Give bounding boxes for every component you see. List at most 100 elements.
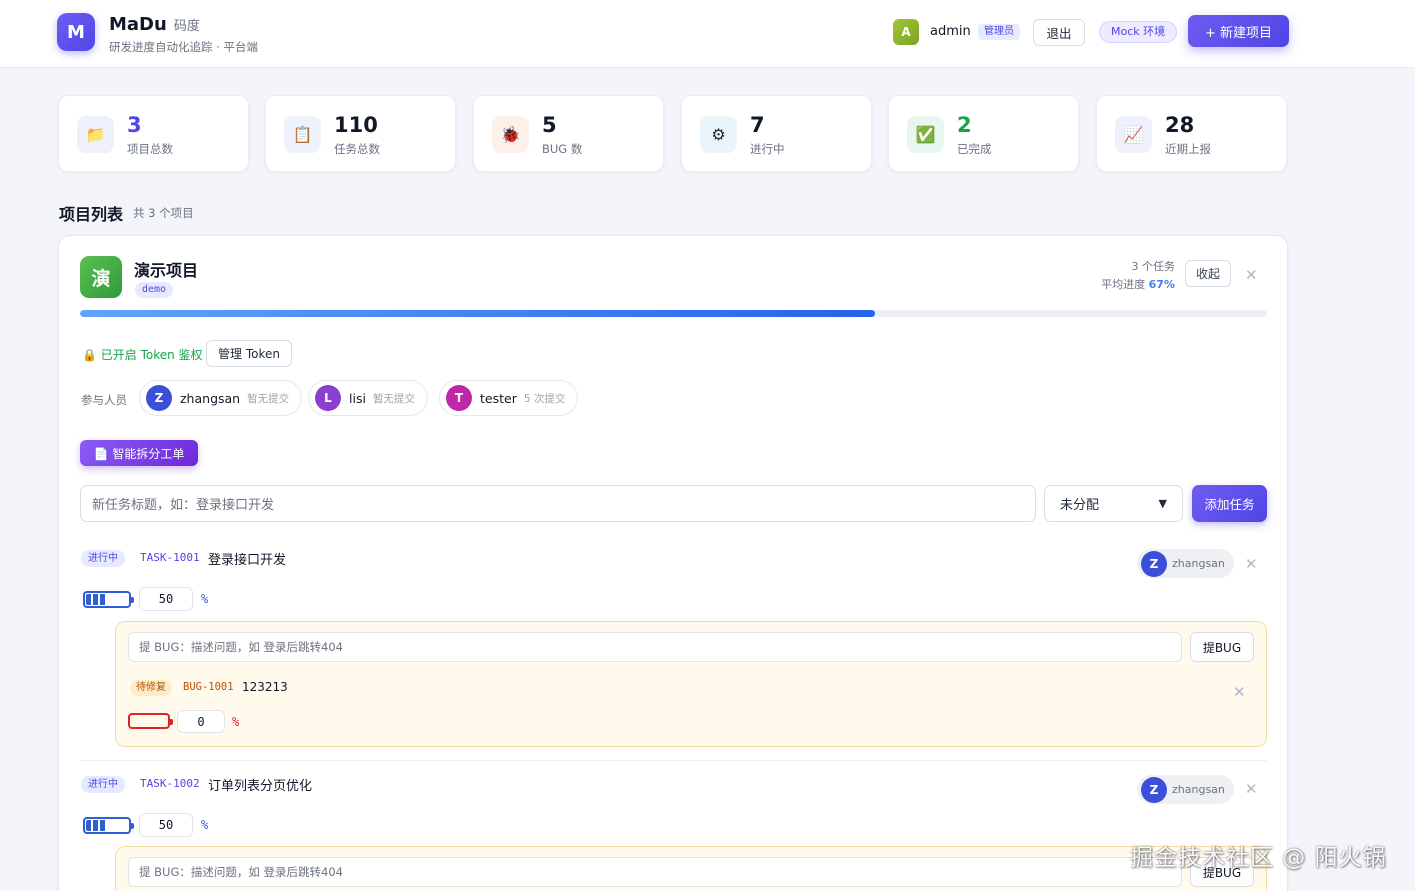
stat-label: 进行中: [750, 142, 785, 156]
project-progress-bar: [80, 310, 1267, 317]
assignee-name: zhangsan: [1172, 557, 1225, 570]
delete-task-icon[interactable]: ✕: [1245, 555, 1258, 573]
task-assignee-chip[interactable]: Z zhangsan: [1137, 549, 1234, 578]
member-chip-lisi[interactable]: L lisi 暂无提交: [308, 380, 428, 416]
bug-input[interactable]: 提 BUG：描述问题，如 登录后跳转404: [128, 857, 1182, 887]
section-title: 项目列表: [59, 205, 124, 224]
stat-value: 28: [1165, 113, 1195, 137]
manage-token-button[interactable]: 管理 Token: [206, 340, 292, 367]
brand-tagline: 研发进度自动化追踪 · 平台端: [109, 40, 258, 54]
member-name: zhangsan: [180, 390, 241, 406]
member-name: lisi: [349, 390, 366, 406]
avg-label: 平均进度: [1101, 278, 1146, 291]
delete-bug-icon[interactable]: ✕: [1233, 683, 1246, 701]
divider: [80, 760, 1267, 761]
avatar: Z: [146, 385, 172, 411]
member-commits: 5 次提交: [523, 392, 566, 405]
task-id: TASK-1001: [140, 551, 200, 564]
logout-button[interactable]: 退出: [1033, 19, 1085, 46]
task-status-badge: 进行中: [81, 776, 125, 793]
battery-progress-icon: [128, 713, 173, 729]
member-chip-zhangsan[interactable]: Z zhangsan 暂无提交: [139, 380, 303, 416]
check-icon: ✅: [907, 116, 944, 153]
battery-fill: [86, 820, 106, 831]
task-assignee-chip[interactable]: Z zhangsan: [1137, 775, 1234, 804]
stat-card-reports: 📈 28 近期上报: [1096, 95, 1287, 172]
stat-value: 110: [334, 113, 378, 137]
project-task-count: 3 个任务: [1131, 260, 1176, 273]
stat-label: 项目总数: [127, 142, 173, 156]
stat-label: 已完成: [957, 142, 992, 156]
project-progress-fill: [80, 310, 876, 317]
assignee-select-value: 未分配: [1060, 498, 1100, 513]
avatar: Z: [1141, 776, 1167, 803]
assignee-select[interactable]: 未分配 ▼: [1044, 485, 1183, 522]
project-key-badge: demo: [135, 282, 174, 298]
watermark: 掘金技术社区 @ 阳火锅: [1130, 845, 1387, 871]
battery-progress-icon: [83, 817, 134, 834]
avatar: T: [446, 385, 472, 411]
env-badge: Mock 环境: [1099, 21, 1178, 43]
percent-sign: %: [201, 592, 209, 606]
smart-split-button[interactable]: 📄 智能拆分工单: [80, 440, 198, 466]
new-task-input[interactable]: 新任务标题，如：登录接口开发: [80, 485, 1036, 522]
task-title: 订单列表分页优化: [208, 779, 313, 794]
member-name: tester: [480, 390, 517, 406]
percent-sign: %: [232, 715, 240, 729]
bug-panel: 提 BUG：描述问题，如 登录后跳转404 提BUG: [115, 846, 1267, 891]
project-avg-progress: 平均进度 67%: [1101, 276, 1175, 292]
progress-input[interactable]: 50: [139, 813, 193, 837]
role-badge: 管理员: [978, 24, 1020, 40]
progress-input[interactable]: 50: [139, 587, 193, 611]
collapse-button[interactable]: 收起: [1185, 260, 1231, 287]
stat-card-done: ✅ 2 已完成: [888, 95, 1079, 172]
member-chip-tester[interactable]: T tester 5 次提交: [439, 380, 579, 416]
project-name: 演示项目: [134, 261, 199, 280]
avg-value: 67%: [1148, 278, 1175, 291]
user-avatar[interactable]: A: [893, 19, 919, 45]
project-card: 演 演示项目 demo 3 个任务 平均进度 67% 收起 ✕ 🔒 已开启 To…: [58, 235, 1288, 891]
member-commits: 暂无提交: [372, 392, 415, 405]
stat-label: 近期上报: [1165, 142, 1211, 156]
stat-card-tasks: 📋 110 任务总数: [265, 95, 456, 172]
chevron-down-icon: ▼: [1158, 497, 1167, 510]
battery-fill: [86, 594, 106, 605]
app-logo[interactable]: M: [57, 13, 95, 51]
bug-progress-input[interactable]: 0: [177, 710, 225, 733]
stat-value: 5: [542, 113, 557, 137]
stat-value: 7: [750, 113, 765, 137]
bug-status-badge: 待修复: [130, 680, 172, 696]
add-task-button[interactable]: 添加任务: [1192, 485, 1267, 522]
project-icon: 演: [80, 256, 122, 298]
stat-card-projects: 📁 3 项目总数: [58, 95, 249, 172]
close-icon[interactable]: ✕: [1245, 266, 1258, 284]
bug-panel: 提 BUG：描述问题，如 登录后跳转404 提BUG 待修复 BUG-1001 …: [115, 621, 1267, 747]
stat-value: 3: [127, 113, 142, 137]
gear-icon: ⚙: [700, 116, 737, 153]
app-header: M MaDu 码度 研发进度自动化追踪 · 平台端 A admin 管理员 退出…: [0, 0, 1415, 68]
battery-progress-icon: [83, 591, 134, 608]
avatar: Z: [1141, 550, 1167, 577]
member-commits: 暂无提交: [247, 392, 290, 405]
new-project-button[interactable]: + 新建项目: [1188, 15, 1289, 47]
delete-task-icon[interactable]: ✕: [1245, 780, 1258, 798]
percent-sign: %: [201, 818, 209, 832]
brand-name: MaDu: [109, 14, 167, 35]
members-label: 参与人员: [81, 393, 127, 407]
stat-value: 2: [957, 113, 972, 137]
section-count: 共 3 个项目: [133, 206, 194, 220]
bug-title: 123213: [242, 680, 288, 694]
bug-id: BUG-1001: [183, 681, 234, 693]
bug-icon: 🐞: [492, 116, 529, 153]
submit-bug-button[interactable]: 提BUG: [1190, 632, 1254, 662]
brand: MaDu 码度 研发进度自动化追踪 · 平台端: [109, 14, 258, 55]
task-title: 登录接口开发: [208, 553, 287, 568]
bug-input[interactable]: 提 BUG：描述问题，如 登录后跳转404: [128, 632, 1182, 662]
token-status: 🔒 已开启 Token 鉴权: [82, 348, 203, 362]
user-name: admin: [930, 24, 971, 39]
brand-subname: 码度: [173, 19, 200, 34]
avatar: L: [315, 385, 341, 411]
stat-card-in-progress: ⚙ 7 进行中: [681, 95, 872, 172]
folder-icon: 📁: [77, 116, 114, 153]
chart-icon: 📈: [1115, 116, 1152, 153]
